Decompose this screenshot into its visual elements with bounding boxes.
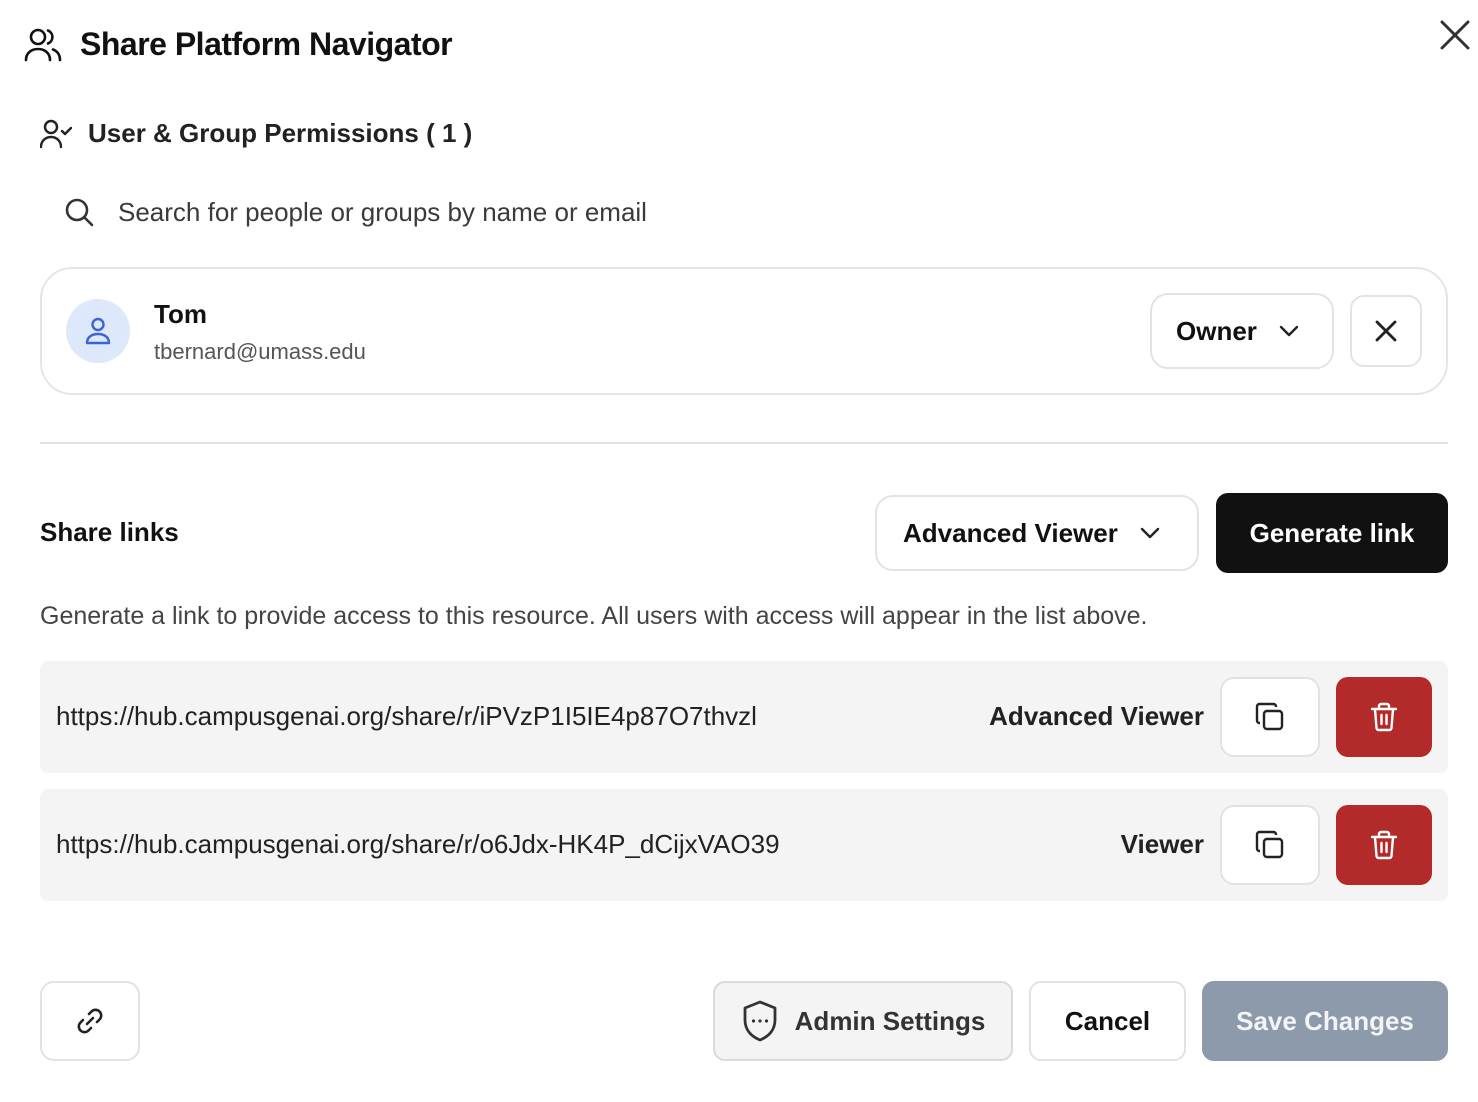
shield-icon <box>741 1000 779 1042</box>
copy-icon <box>1254 829 1286 861</box>
close-icon <box>1440 20 1470 50</box>
share-links-description: Generate a link to provide access to thi… <box>40 602 1148 630</box>
user-icon <box>85 317 111 345</box>
share-link-row: https://hub.campusgenai.org/share/r/iPVz… <box>40 661 1448 773</box>
users-icon <box>24 28 62 62</box>
copy-link-button[interactable] <box>1220 805 1320 885</box>
close-icon <box>1375 320 1397 342</box>
chevron-down-icon <box>1140 527 1160 539</box>
search-bar <box>40 186 1448 238</box>
admin-settings-label: Admin Settings <box>794 1005 986 1036</box>
share-links-title: Share links <box>40 517 179 547</box>
user-email: tbernard@umass.edu <box>154 339 366 364</box>
share-link-url[interactable]: https://hub.campusgenai.org/share/r/iPVz… <box>56 701 757 732</box>
permissions-header: User & Group Permissions ( 1 ) <box>40 118 472 149</box>
avatar <box>66 299 130 363</box>
close-button[interactable] <box>1434 14 1476 56</box>
user-name: Tom <box>154 299 207 329</box>
cancel-button[interactable]: Cancel <box>1029 981 1186 1061</box>
dialog-header: Share Platform Navigator <box>24 26 453 63</box>
search-icon <box>64 197 94 227</box>
copy-share-link-button[interactable] <box>40 981 140 1061</box>
permissions-label: User & Group Permissions ( 1 ) <box>88 118 473 148</box>
link-role-value: Advanced Viewer <box>903 517 1118 548</box>
copy-link-button[interactable] <box>1220 677 1320 757</box>
user-check-icon <box>40 119 72 149</box>
admin-settings-button[interactable]: Admin Settings <box>713 981 1013 1061</box>
dialog-title: Share Platform Navigator <box>80 26 453 62</box>
user-card: Tom tbernard@umass.edu Owner <box>40 267 1448 395</box>
user-role-value: Owner <box>1176 315 1257 346</box>
search-input[interactable] <box>118 196 1318 228</box>
divider <box>40 442 1448 444</box>
copy-icon <box>1254 701 1286 733</box>
delete-link-button[interactable] <box>1336 805 1432 885</box>
remove-user-button[interactable] <box>1350 295 1422 367</box>
trash-icon <box>1370 830 1398 860</box>
share-link-role: Advanced Viewer <box>989 701 1204 731</box>
delete-link-button[interactable] <box>1336 677 1432 757</box>
link-role-select[interactable]: Advanced Viewer <box>875 495 1199 571</box>
share-link-row: https://hub.campusgenai.org/share/r/o6Jd… <box>40 789 1448 901</box>
generate-link-button[interactable]: Generate link <box>1216 493 1448 573</box>
user-role-select[interactable]: Owner <box>1150 293 1334 369</box>
share-link-url[interactable]: https://hub.campusgenai.org/share/r/o6Jd… <box>56 829 780 860</box>
chevron-down-icon <box>1279 325 1299 337</box>
trash-icon <box>1370 702 1398 732</box>
share-link-role: Viewer <box>1120 829 1204 859</box>
save-changes-button[interactable]: Save Changes <box>1202 981 1448 1061</box>
link-icon <box>74 1005 106 1037</box>
